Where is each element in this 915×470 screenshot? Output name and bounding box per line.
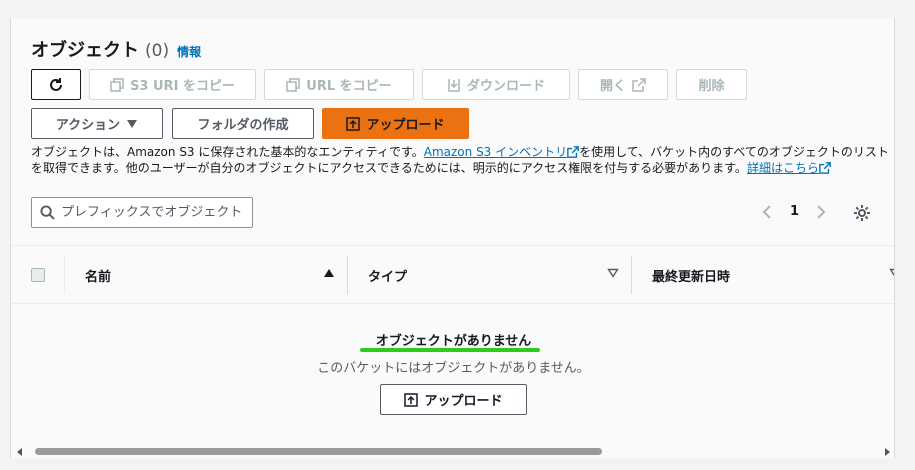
current-page-number[interactable]: 1 xyxy=(790,204,799,219)
scroll-left-icon[interactable] xyxy=(17,448,22,456)
page-bottom-area xyxy=(0,458,915,470)
delete-label: 削除 xyxy=(698,79,725,94)
open-label: 開く xyxy=(599,79,626,94)
column-header-name[interactable]: 名前 xyxy=(85,266,111,285)
search-icon xyxy=(40,205,55,220)
empty-state-upload-button[interactable]: アップロード xyxy=(380,384,527,415)
column-divider xyxy=(64,256,65,294)
download-icon xyxy=(448,78,460,92)
empty-state-subtitle: このバケットにはオブジェクトがありません。 xyxy=(317,361,590,376)
copy-icon xyxy=(110,77,124,92)
actions-dropdown[interactable]: アクション xyxy=(31,108,163,139)
search-box xyxy=(31,197,253,228)
upload-button[interactable]: アップロード xyxy=(322,108,469,139)
column-header-last-modified[interactable]: 最終更新日時 xyxy=(652,266,730,285)
copy-s3-uri-label: S3 URI をコピー xyxy=(130,79,235,94)
inventory-link[interactable]: Amazon S3 インベントリ xyxy=(424,145,567,159)
table-header: 名前 タイプ 最終更新日時 xyxy=(11,246,895,304)
download-label: ダウンロード xyxy=(466,79,545,94)
gear-icon[interactable] xyxy=(853,204,871,222)
external-link-icon xyxy=(819,162,831,174)
select-all-checkbox[interactable] xyxy=(31,268,45,282)
caret-down-icon xyxy=(127,119,138,128)
sort-unsorted-icon[interactable] xyxy=(889,268,895,278)
copy-icon xyxy=(286,77,301,92)
column-divider xyxy=(347,256,348,294)
upload-icon xyxy=(404,392,419,407)
open-button[interactable]: 開く xyxy=(578,69,668,100)
external-link-icon xyxy=(632,77,646,92)
info-link[interactable]: 情報 xyxy=(177,43,201,60)
objects-panel: オブジェクト (0) 情報 S3 URI をコピー URL をコピー ダウンロー… xyxy=(10,18,895,458)
empty-state-upload-label: アップロード xyxy=(424,394,503,409)
upload-icon xyxy=(346,116,361,131)
scrollbar-thumb[interactable] xyxy=(35,448,602,455)
objects-description: オブジェクトは、Amazon S3 に保存された基本的なエンティティです。Ama… xyxy=(31,144,891,176)
upload-label: アップロード xyxy=(366,118,445,133)
object-count: (0) xyxy=(145,41,170,61)
next-page-icon[interactable] xyxy=(815,204,827,220)
highlight-underline xyxy=(360,348,540,352)
page-title: オブジェクト xyxy=(31,40,139,61)
create-folder-button[interactable]: フォルダの作成 xyxy=(172,108,314,139)
create-folder-label: フォルダの作成 xyxy=(197,118,289,133)
scroll-right-icon[interactable] xyxy=(885,448,890,456)
refresh-icon xyxy=(50,77,62,91)
learn-more-link[interactable]: 詳細はこちら xyxy=(747,161,819,175)
description-text-1: オブジェクトは、Amazon S3 に保存された基本的なエンティティです。 xyxy=(31,145,424,159)
copy-url-label: URL をコピー xyxy=(306,79,392,94)
column-divider xyxy=(631,256,632,294)
search-input[interactable] xyxy=(61,205,241,220)
actions-label: アクション xyxy=(55,118,121,133)
sort-unsorted-icon[interactable] xyxy=(607,268,619,278)
external-link-icon xyxy=(567,146,579,158)
previous-page-icon[interactable] xyxy=(761,204,773,220)
copy-s3-uri-button[interactable]: S3 URI をコピー xyxy=(89,69,256,100)
sort-ascending-icon[interactable] xyxy=(323,268,335,278)
panel-header: オブジェクト (0) 情報 xyxy=(31,36,201,62)
delete-button[interactable]: 削除 xyxy=(676,69,747,100)
refresh-button[interactable] xyxy=(31,69,81,100)
horizontal-scrollbar[interactable] xyxy=(11,443,894,458)
download-button[interactable]: ダウンロード xyxy=(422,69,570,100)
column-header-type[interactable]: タイプ xyxy=(368,266,407,285)
empty-state-title: オブジェクトがありません xyxy=(375,334,532,349)
copy-url-button[interactable]: URL をコピー xyxy=(264,69,414,100)
